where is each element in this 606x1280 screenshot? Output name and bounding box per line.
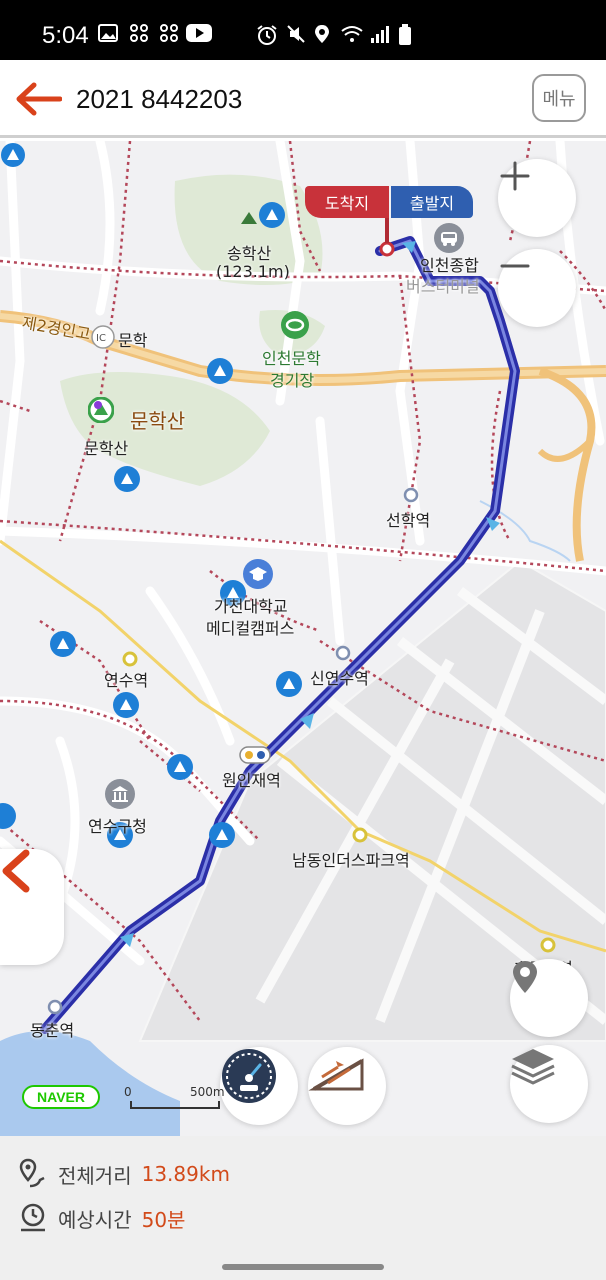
back-arrow-icon[interactable] [14,82,63,116]
speed-gauge-button[interactable] [220,1047,298,1125]
map-label-sinyeonsu: 신연수역 [310,669,369,688]
my-location-button[interactable] [510,959,588,1037]
layers-icon [511,1049,555,1085]
map-label-namdong-industrial: 남동인더스파크역 [292,851,410,870]
location-icon [314,24,330,48]
zoom-in-button[interactable] [498,159,576,237]
time-value: 50분 [141,1207,186,1232]
destination-flag: 도착지 [305,186,389,218]
location-pin-icon [513,961,537,993]
map-label-munhaksan: 문학산 [130,409,186,433]
youtube-icon [186,24,212,46]
scale-bar [130,1101,220,1109]
route-distance-icon [19,1158,45,1188]
map-label-woninjae: 원인재역 [222,771,281,790]
map-label-yeonsu-office: 연수구청 [88,817,147,836]
route-flag: 도착지 출발지 [305,186,473,228]
map-label-dongchun: 동춘역 [30,1021,75,1040]
grid-icon [130,24,148,46]
map-scale: 0 500m [124,1085,225,1109]
map-label-stadium-2: 경기장 [270,371,315,390]
app-header: 2021 8442203 메뉴 [0,60,606,138]
wifi-icon [340,24,364,48]
page-title: 2021 8442203 [76,84,243,114]
map-label-munhaksan-small: 문학산 [84,439,129,458]
map-label-munhak-ic: 문학 [118,331,148,350]
route-info-panel: 전체거리 13.89km 예상시간 50분 [0,1136,606,1256]
system-nav-bar [0,1256,606,1280]
slope-icon [308,1058,364,1091]
status-bar: 5:04 [0,0,606,60]
menu-button[interactable]: 메뉴 [532,74,586,122]
alarm-icon [256,24,278,50]
scale-zero: 0 [124,1085,132,1099]
side-panel-toggle[interactable] [0,849,64,965]
plus-icon [500,161,530,191]
image-icon [98,24,118,46]
map-label-songhaksan-height: (123.1m) [216,262,290,281]
minus-icon [500,264,530,268]
chevron-left-icon [2,849,30,893]
map-label-songhaksan: 송학산 [227,244,272,263]
map-label-incheon-terminal-2: 버스터미널 [406,277,480,296]
map-layers-button[interactable] [510,1045,588,1123]
battery-icon [398,24,412,50]
grid-icon [160,24,178,46]
time-label: 예상시간 [58,1207,132,1232]
status-time: 5:04 [42,22,89,49]
naver-logo: NAVER [22,1085,100,1109]
home-indicator[interactable] [222,1264,384,1270]
svg-text:IC: IC [96,333,106,344]
signal-icon [370,24,390,48]
map-view[interactable]: IC 도착지 출발지 송학산 (123.1m) 인천종합 버스터미널 제2경인고… [0,141,606,1136]
map-label-gachon-1: 가천대학교 [214,597,288,616]
map-label-gachon-2: 메디컬캠퍼스 [206,619,295,638]
map-label-yeonsu-station: 연수역 [104,671,149,690]
origin-flag: 출발지 [391,186,473,218]
map-label-stadium-1: 인천문학 [262,349,321,368]
time-icon [21,1203,45,1232]
speedometer-icon [222,1049,276,1103]
distance-row: 전체거리 13.89km [18,1154,230,1194]
distance-label: 전체거리 [58,1163,132,1188]
scale-distance: 500m [190,1085,225,1099]
distance-value: 13.89km [141,1162,230,1186]
map-label-seonhak: 선학역 [386,511,431,530]
slope-button[interactable] [308,1047,386,1125]
zoom-out-button[interactable] [498,249,576,327]
mute-icon [286,24,306,48]
time-row: 예상시간 50분 [18,1198,185,1238]
